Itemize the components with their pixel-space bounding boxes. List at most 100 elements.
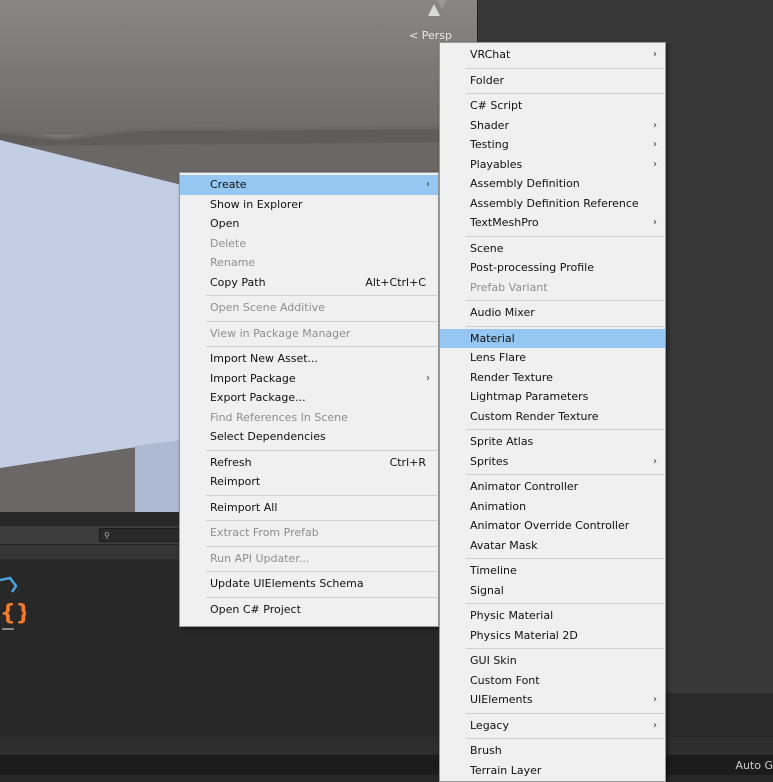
menu-item-custom-render-texture[interactable]: Custom Render Texture <box>440 407 665 427</box>
menu-item-material[interactable]: Material <box>440 328 665 348</box>
menu-item-label: Copy Path <box>210 275 266 289</box>
menu-item-import-package[interactable]: Import Package › <box>180 369 438 389</box>
chevron-right-icon: › <box>653 139 657 150</box>
chevron-right-icon: › <box>653 158 657 170</box>
menu-item-label: Extract From Prefab <box>210 526 319 539</box>
persp-label[interactable]: < Persp <box>409 29 452 42</box>
chevron-right-icon: › <box>653 719 657 731</box>
menu-item-textmeshpro[interactable]: TextMeshPro › <box>440 213 665 233</box>
chevron-right-icon: › <box>653 49 657 60</box>
menu-item-import-new-asset[interactable]: Import New Asset... <box>180 349 438 369</box>
scene-gizmo-icon[interactable] <box>420 0 450 16</box>
menu-item-audio-mixer[interactable]: Audio Mixer <box>440 303 665 323</box>
menu-item-assembly-definition-reference[interactable]: Assembly Definition Reference <box>440 194 665 214</box>
menu-item-shortcut: Ctrl+R <box>389 455 426 469</box>
menu-item-label: Physics Material 2D <box>470 628 578 642</box>
menu-item-shader[interactable]: Shader › <box>440 116 665 136</box>
menu-item-label: Animation <box>470 499 527 513</box>
menu-item-label: Audio Mixer <box>470 306 535 319</box>
menu-item-lens-flare[interactable]: Lens Flare <box>440 348 665 368</box>
menu-item-gui-skin[interactable]: GUI Skin <box>440 651 665 671</box>
menu-item-label: View in Package Manager <box>210 326 351 340</box>
menu-item-label: Timeline <box>470 564 517 577</box>
chevron-right-icon: › <box>653 217 657 228</box>
menu-item-label: Assembly Definition <box>470 177 580 190</box>
menu-separator <box>466 235 664 237</box>
menu-item-label: Playables <box>470 157 523 171</box>
shader-asset-icon[interactable]: {} <box>0 576 26 636</box>
menu-item-terrain-layer[interactable]: Terrain Layer <box>440 761 665 781</box>
menu-item-label: Folder <box>470 73 504 87</box>
menu-item-reimport-all[interactable]: Reimport All <box>180 498 438 518</box>
menu-item-export-package[interactable]: Export Package... <box>180 388 438 408</box>
menu-item-label: Export Package... <box>210 391 306 404</box>
menu-item-label: Open Scene Additive <box>210 301 325 314</box>
menu-item-c-script[interactable]: C# Script <box>440 96 665 116</box>
menu-separator <box>466 603 664 604</box>
menu-item-testing[interactable]: Testing › <box>440 135 665 155</box>
menu-item-refresh[interactable]: Refresh Ctrl+R <box>180 453 438 473</box>
menu-separator <box>206 596 437 598</box>
menu-item-physic-material[interactable]: Physic Material <box>440 606 665 626</box>
menu-item-reimport[interactable]: Reimport <box>180 472 438 492</box>
menu-item-update-uielements-schema[interactable]: Update UIElements Schema <box>180 574 438 594</box>
menu-item-animator-override-controller[interactable]: Animator Override Controller <box>440 516 665 536</box>
menu-item-label: UIElements <box>470 693 533 706</box>
menu-item-animator-controller[interactable]: Animator Controller <box>440 477 665 497</box>
menu-item-label: Delete <box>210 236 247 250</box>
menu-item-label: Avatar Mask <box>470 538 538 552</box>
chevron-right-icon: › <box>653 455 657 467</box>
menu-separator <box>206 449 437 451</box>
search-input[interactable]: ⚲ <box>99 528 189 542</box>
menu-item-physics-material-2d[interactable]: Physics Material 2D <box>440 626 665 646</box>
menu-item-brush[interactable]: Brush <box>440 741 665 761</box>
menu-item-playables[interactable]: Playables › <box>440 155 665 175</box>
menu-item-label: Signal <box>470 583 504 597</box>
menu-item-label: VRChat <box>470 48 511 61</box>
menu-item-copy-path[interactable]: Copy Path Alt+Ctrl+C <box>180 273 438 293</box>
menu-item-label: Import New Asset... <box>210 352 319 365</box>
menu-item-open-c-project[interactable]: Open C# Project <box>180 600 438 620</box>
menu-item-custom-font[interactable]: Custom Font <box>440 671 665 691</box>
menu-separator <box>206 494 437 496</box>
menu-item-label: Prefab Variant <box>470 280 548 294</box>
menu-item-label: Render Texture <box>470 370 553 384</box>
menu-item-uielements[interactable]: UIElements › <box>440 690 665 710</box>
menu-item-scene[interactable]: Scene <box>440 239 665 259</box>
menu-item-label: TextMeshPro <box>470 216 539 229</box>
menu-separator <box>466 93 664 94</box>
menu-item-label: Sprite Atlas <box>470 435 534 448</box>
menu-item-folder[interactable]: Folder <box>440 71 665 91</box>
menu-item-label: Post-processing Profile <box>470 261 594 274</box>
menu-item-animation[interactable]: Animation <box>440 497 665 517</box>
menu-item-legacy[interactable]: Legacy › <box>440 716 665 736</box>
menu-item-select-dependencies[interactable]: Select Dependencies <box>180 427 438 447</box>
menu-item-timeline[interactable]: Timeline <box>440 561 665 581</box>
menu-item-avatar-mask[interactable]: Avatar Mask <box>440 536 665 556</box>
menu-item-sprite-atlas[interactable]: Sprite Atlas <box>440 432 665 452</box>
menu-item-sprites[interactable]: Sprites › <box>440 452 665 472</box>
menu-item-label: Assembly Definition Reference <box>470 196 639 210</box>
menu-item-label: Physic Material <box>470 609 554 622</box>
menu-item-find-references-in-scene: Find References In Scene <box>180 408 438 428</box>
menu-item-rename: Rename <box>180 253 438 273</box>
menu-item-label: Lightmap Parameters <box>470 390 589 403</box>
menu-item-show-in-explorer[interactable]: Show in Explorer <box>180 195 438 215</box>
menu-item-open-scene-additive: Open Scene Additive <box>180 298 438 318</box>
menu-item-view-in-package-manager: View in Package Manager <box>180 324 438 344</box>
menu-item-signal[interactable]: Signal <box>440 581 665 601</box>
menu-item-vrchat[interactable]: VRChat › <box>440 45 665 65</box>
menu-item-label: Find References In Scene <box>210 410 348 424</box>
menu-item-label: Sprites <box>470 454 509 468</box>
menu-item-open[interactable]: Open <box>180 214 438 234</box>
menu-item-shortcut: Alt+Ctrl+C <box>365 275 426 289</box>
menu-item-post-processing-profile[interactable]: Post-processing Profile <box>440 258 665 278</box>
menu-item-lightmap-parameters[interactable]: Lightmap Parameters <box>440 387 665 407</box>
menu-item-assembly-definition[interactable]: Assembly Definition <box>440 174 665 194</box>
menu-item-label: Open C# Project <box>210 602 301 616</box>
menu-item-create[interactable]: Create › <box>180 175 438 195</box>
menu-item-label: Lens Flare <box>470 351 527 364</box>
menu-item-render-texture[interactable]: Render Texture <box>440 368 665 388</box>
menu-item-label: Custom Render Texture <box>470 409 599 423</box>
menu-item-label: Brush <box>470 744 502 757</box>
